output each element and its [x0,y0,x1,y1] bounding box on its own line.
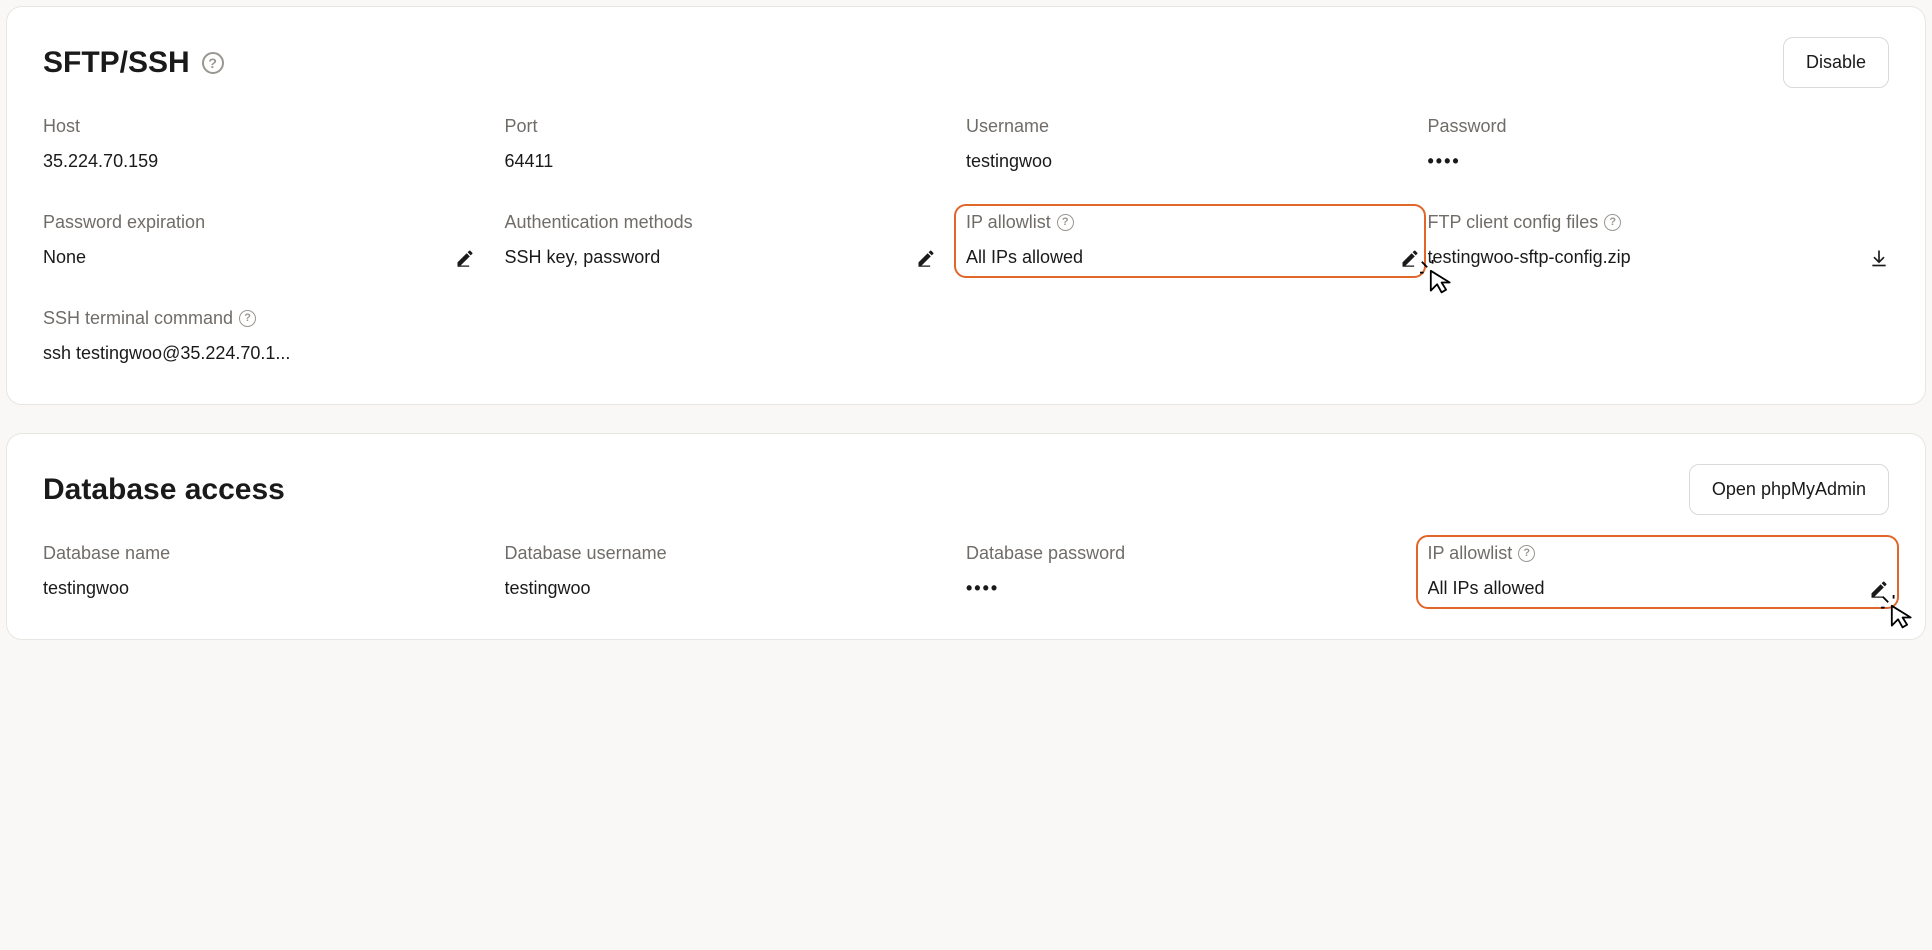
db-grid: Database name testingwoo Database userna… [43,543,1889,599]
host-label: Host [43,116,505,137]
help-icon[interactable]: ? [239,310,256,327]
port-field: Port 64411 [505,116,967,172]
host-field: Host 35.224.70.159 [43,116,505,172]
auth-value: SSH key, password [505,247,661,268]
sftp-ssh-card: SFTP/SSH ? Disable Host 35.224.70.159 Po… [6,6,1926,405]
username-label: Username [966,116,1428,137]
db-ip-value: All IPs allowed [1428,578,1545,599]
db-title: Database access [43,473,285,507]
edit-icon[interactable] [916,248,936,268]
ip-allowlist-value: All IPs allowed [966,247,1083,268]
db-name-value: testingwoo [43,578,129,599]
ftp-config-field: FTP client config files ? testingwoo-sft… [1428,212,1890,268]
help-icon[interactable]: ? [1518,545,1535,562]
db-pwd-label: Database password [966,543,1428,564]
db-user-label: Database username [505,543,967,564]
edit-icon[interactable] [455,248,475,268]
db-ip-label: IP allowlist ? [1428,543,1890,564]
db-pwd-value: •••• [966,578,999,599]
port-value: 64411 [505,151,554,172]
auth-label: Authentication methods [505,212,967,233]
sftp-header: SFTP/SSH ? Disable [43,37,1889,88]
db-pwd-field: Database password •••• [966,543,1428,599]
auth-field: Authentication methods SSH key, password [505,212,967,268]
username-field: Username testingwoo [966,116,1428,172]
db-name-field: Database name testingwoo [43,543,505,599]
cursor-click-icon [1881,595,1917,631]
help-icon[interactable]: ? [1057,214,1074,231]
host-value: 35.224.70.159 [43,151,158,172]
help-icon[interactable]: ? [202,52,224,74]
sftp-grid: Host 35.224.70.159 Port 64411 Username t… [43,116,1889,364]
password-field: Password •••• [1428,116,1890,172]
database-access-card: Database access Open phpMyAdmin Database… [6,433,1926,640]
open-phpmyadmin-button[interactable]: Open phpMyAdmin [1689,464,1889,515]
edit-icon[interactable] [1869,579,1889,599]
password-value: •••• [1428,151,1461,172]
ip-allowlist-label: IP allowlist ? [966,212,1428,233]
db-name-label: Database name [43,543,505,564]
download-icon[interactable] [1869,248,1889,268]
db-header: Database access Open phpMyAdmin [43,464,1889,515]
sftp-title: SFTP/SSH [43,46,190,80]
ftp-config-label: FTP client config files ? [1428,212,1890,233]
pwd-exp-label: Password expiration [43,212,505,233]
username-value: testingwoo [966,151,1052,172]
ssh-cmd-value: ssh testingwoo@35.224.70.1... [43,343,290,364]
ip-allowlist-field: IP allowlist ? All IPs allowed [966,212,1428,268]
edit-icon[interactable] [1400,248,1420,268]
pwd-exp-value: None [43,247,86,268]
ssh-cmd-label: SSH terminal command ? [43,308,505,329]
ssh-cmd-field: SSH terminal command ? ssh testingwoo@35… [43,308,505,364]
ftp-config-value: testingwoo-sftp-config.zip [1428,247,1631,268]
db-user-field: Database username testingwoo [505,543,967,599]
password-label: Password [1428,116,1890,137]
pwd-exp-field: Password expiration None [43,212,505,268]
db-user-value: testingwoo [505,578,591,599]
db-ip-field: IP allowlist ? All IPs allowed [1428,543,1890,599]
disable-button[interactable]: Disable [1783,37,1889,88]
sftp-title-row: SFTP/SSH ? [43,46,224,80]
help-icon[interactable]: ? [1604,214,1621,231]
port-label: Port [505,116,967,137]
